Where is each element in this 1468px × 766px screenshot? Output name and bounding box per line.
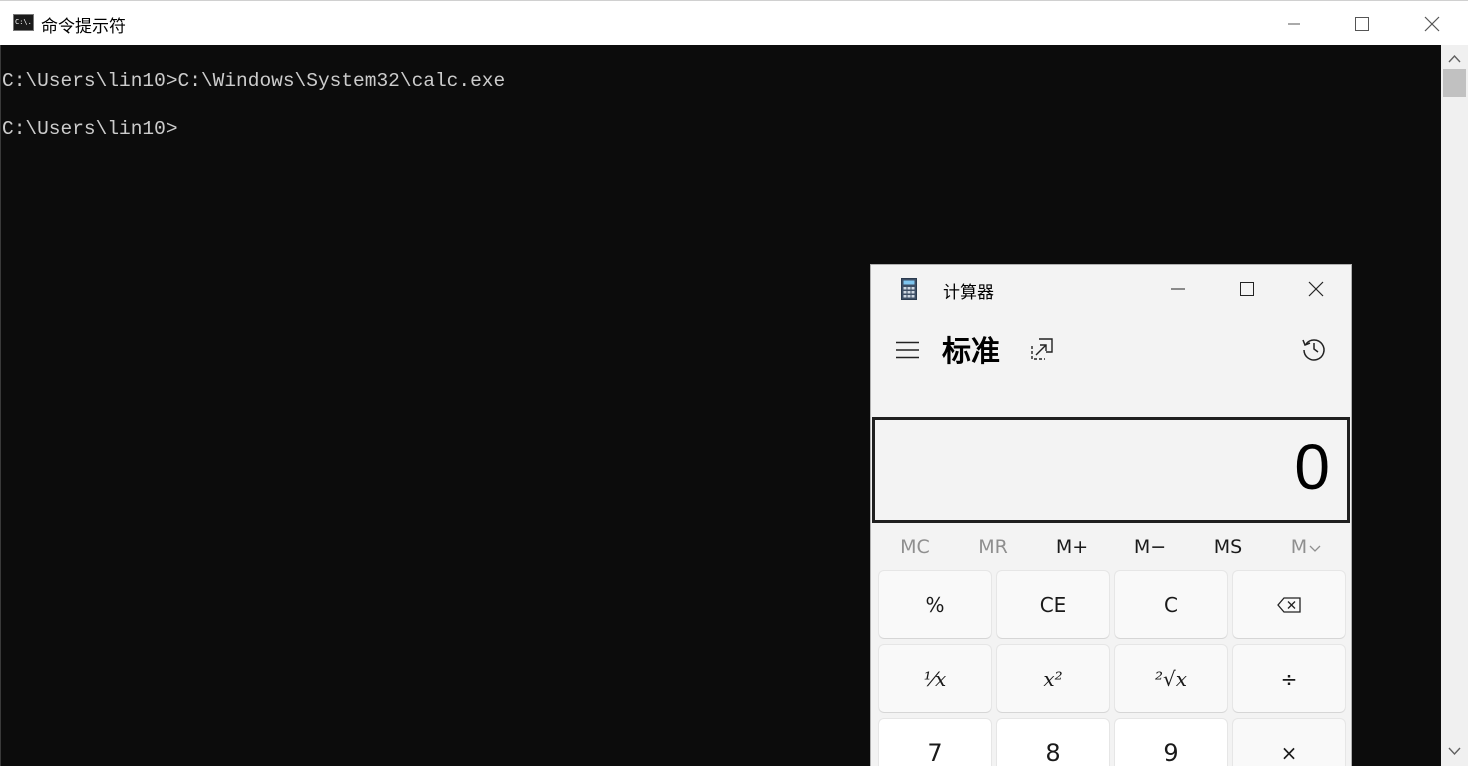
cmd-app-icon: C:\. [13, 14, 34, 31]
memory-list-label: M [1290, 536, 1308, 558]
calculator-window-title: 计算器 [943, 283, 994, 303]
percent-button[interactable]: % [879, 571, 991, 638]
memory-store-button[interactable]: MS [1189, 533, 1267, 561]
chevron-down-icon [1309, 545, 1321, 552]
console-prompt-line: C:\Users\lin10> [2, 118, 178, 140]
digit-7-button[interactable]: 7 [879, 719, 991, 766]
percent-label: % [925, 592, 945, 617]
scrollbar-thumb[interactable] [1443, 69, 1466, 97]
memory-add-button[interactable]: M+ [1033, 533, 1111, 561]
minimize-icon [1288, 23, 1300, 24]
digit-9-label: 9 [1163, 738, 1179, 766]
calc-minimize-button[interactable] [1143, 265, 1212, 313]
backspace-button[interactable] [1233, 571, 1345, 638]
square-root-label: ²√x [1154, 666, 1188, 691]
reciprocal-button[interactable]: ⅟x [879, 645, 991, 712]
cmd-vertical-scrollbar[interactable] [1441, 45, 1468, 766]
digit-9-button[interactable]: 9 [1115, 719, 1227, 766]
digit-8-label: 8 [1045, 738, 1061, 766]
cmd-close-button[interactable] [1397, 1, 1467, 46]
maximize-icon [1355, 16, 1369, 31]
console-line: C:\Users\lin10>C:\Windows\System32\calc.… [2, 70, 506, 92]
square-button[interactable]: x² [997, 645, 1109, 712]
cmd-minimize-button[interactable] [1259, 1, 1329, 46]
memory-subtract-button[interactable]: M− [1111, 533, 1189, 561]
calculator-window[interactable]: 计算器 标准 0 MC MR M+ M− MS M % CE C ⅟x x² ²… [871, 265, 1351, 766]
cmd-maximize-button[interactable] [1327, 1, 1397, 46]
keep-on-top-icon[interactable] [1030, 337, 1054, 361]
backspace-icon [1277, 596, 1301, 613]
memory-clear-button[interactable]: MC [876, 533, 954, 561]
clear-entry-label: CE [1039, 592, 1067, 617]
scroll-down-icon[interactable] [1448, 747, 1461, 756]
calculator-app-icon [901, 278, 917, 300]
minimize-icon [1170, 288, 1185, 290]
calc-close-button[interactable] [1281, 265, 1350, 313]
close-icon [1424, 16, 1440, 31]
display-value: 0 [1294, 431, 1330, 503]
close-icon [1308, 281, 1323, 297]
clear-entry-button[interactable]: CE [997, 571, 1109, 638]
hamburger-menu-icon[interactable] [896, 341, 919, 359]
history-icon[interactable] [1301, 336, 1327, 362]
calculator-mode-title: 标准 [942, 334, 1001, 368]
square-root-button[interactable]: ²√x [1115, 645, 1227, 712]
digit-7-label: 7 [927, 738, 943, 766]
scroll-up-icon[interactable] [1448, 54, 1461, 63]
cmd-title-bar[interactable]: C:\. 命令提示符 [0, 0, 1468, 45]
memory-list-button[interactable]: M [1267, 533, 1345, 561]
digit-8-button[interactable]: 8 [997, 719, 1109, 766]
calculator-display: 0 [872, 417, 1350, 523]
memory-recall-button[interactable]: MR [954, 533, 1032, 561]
calc-maximize-button[interactable] [1212, 265, 1281, 313]
cmd-window-title: 命令提示符 [41, 17, 126, 37]
divide-label: ÷ [1280, 666, 1298, 691]
clear-label: C [1164, 592, 1178, 617]
square-label: x² [1043, 666, 1063, 691]
divide-button[interactable]: ÷ [1233, 645, 1345, 712]
reciprocal-label: ⅟x [923, 666, 947, 691]
multiply-label: × [1280, 740, 1298, 765]
clear-button[interactable]: C [1115, 571, 1227, 638]
multiply-button[interactable]: × [1233, 719, 1345, 766]
maximize-icon [1239, 282, 1254, 296]
